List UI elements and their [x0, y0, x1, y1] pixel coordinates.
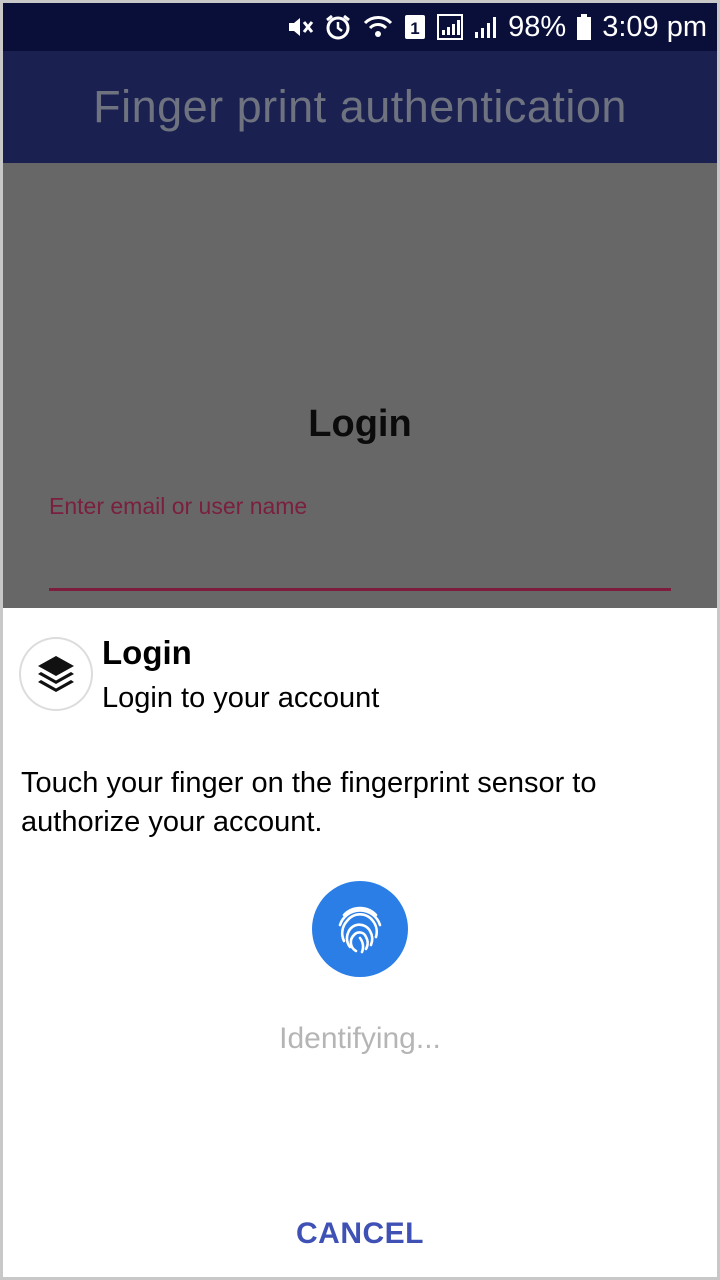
- clock: 3:09 pm: [602, 10, 707, 43]
- identifying-status: Identifying...: [279, 1022, 441, 1055]
- sim-label: 1: [410, 19, 419, 38]
- battery-percent: 98%: [508, 10, 567, 43]
- battery-icon: [576, 12, 592, 42]
- email-field-label[interactable]: Enter email or user name: [49, 493, 307, 520]
- sim-icon: 1: [404, 12, 426, 42]
- dialog-title: Login: [102, 634, 192, 671]
- fingerprint-icon[interactable]: [312, 881, 408, 977]
- alarm-icon: [324, 12, 352, 42]
- email-field-underline: [49, 588, 671, 591]
- toolbar-title: Finger print authentication: [93, 81, 627, 132]
- wifi-icon: [362, 12, 394, 42]
- dialog-description: Touch your finger on the fingerprint sen…: [21, 767, 597, 838]
- mute-vibrate-icon: [286, 12, 314, 42]
- status-bar: 1 98% 3:09 pm: [3, 3, 717, 51]
- dimmed-login-form: Login Enter email or user name: [3, 163, 717, 608]
- layers-icon: [21, 639, 91, 709]
- cancel-button[interactable]: CANCEL: [260, 1206, 460, 1262]
- signal-icon: [436, 12, 464, 42]
- fingerprint-dialog: Login Login to your account Touch your f…: [3, 608, 717, 1277]
- dialog-subtitle: Login to your account: [102, 682, 380, 714]
- app-toolbar: Finger print authentication: [3, 51, 717, 163]
- login-heading: Login: [308, 403, 412, 445]
- signal-icon: [474, 12, 498, 42]
- screen: 1 98% 3:09 pm Finger print authenticatio…: [0, 0, 720, 1280]
